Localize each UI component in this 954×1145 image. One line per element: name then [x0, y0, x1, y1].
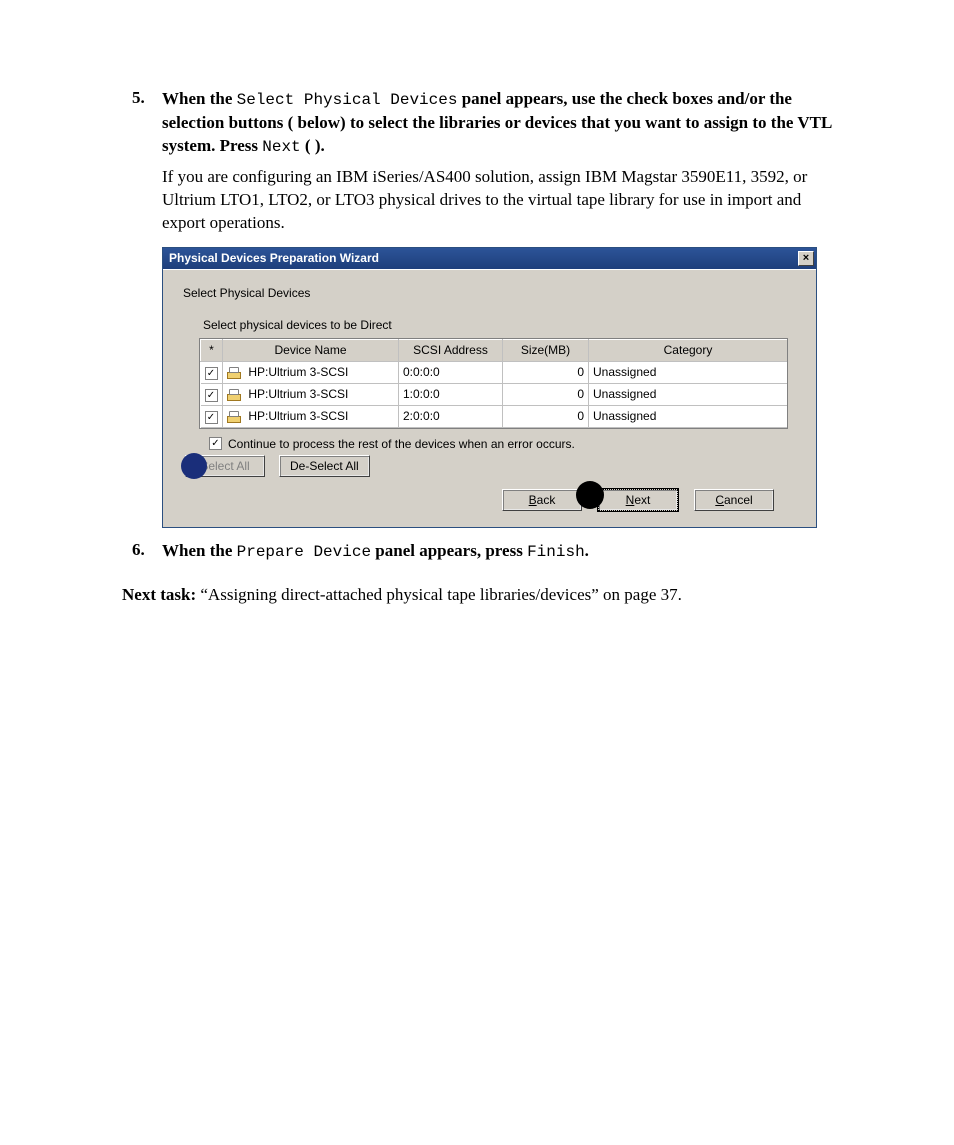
devices-table: * Device Name SCSI Address Size(MB) Cate…	[200, 339, 787, 428]
step-6-code2: Finish	[527, 543, 585, 561]
check-icon: ✓	[207, 391, 215, 401]
row-size-cell: 0	[503, 405, 589, 427]
row-scsi-cell: 2:0:0:0	[399, 405, 503, 427]
close-icon: ×	[803, 253, 809, 264]
selection-buttons-row: Select All De-Select All	[185, 455, 810, 477]
col-star[interactable]: *	[201, 339, 223, 361]
row-scsi-cell: 0:0:0:0	[399, 361, 503, 383]
row-checkbox[interactable]: ✓	[205, 411, 218, 424]
step-6-code: Prepare Device	[237, 543, 371, 561]
cancel-underline: C	[715, 493, 724, 507]
step-5-code2: Next	[262, 138, 300, 156]
row-check-cell[interactable]: ✓	[201, 361, 223, 383]
device-name: HP:Ultrium 3-SCSI	[248, 387, 348, 401]
row-category-cell: Unassigned	[589, 361, 788, 383]
col-size[interactable]: Size(MB)	[503, 339, 589, 361]
device-name: HP:Ultrium 3-SCSI	[248, 365, 348, 379]
device-icon	[227, 389, 241, 401]
dialog-subtitle: Select Physical Devices	[177, 280, 810, 314]
device-icon	[227, 367, 241, 379]
row-name-cell: HP:Ultrium 3-SCSI	[223, 361, 399, 383]
devices-table-wrap: * Device Name SCSI Address Size(MB) Cate…	[199, 338, 788, 429]
close-button[interactable]: ×	[798, 251, 814, 266]
row-category-cell: Unassigned	[589, 383, 788, 405]
continue-checkbox[interactable]: ✓	[209, 437, 222, 450]
continue-on-error-row: ✓ Continue to process the rest of the de…	[209, 437, 810, 451]
footer-buttons: Back Next Cancel	[177, 479, 810, 517]
col-device-name[interactable]: Device Name	[223, 339, 399, 361]
row-size-cell: 0	[503, 383, 589, 405]
next-task: Next task: “Assigning direct-attached ph…	[122, 584, 832, 607]
row-check-cell[interactable]: ✓	[201, 405, 223, 427]
check-icon: ✓	[211, 439, 219, 449]
row-checkbox[interactable]: ✓	[205, 389, 218, 402]
next-rest: ext	[634, 493, 650, 507]
step-5-code: Select Physical Devices	[237, 91, 458, 109]
back-rest: ack	[537, 493, 556, 507]
row-scsi-cell: 1:0:0:0	[399, 383, 503, 405]
cancel-rest: ancel	[724, 493, 753, 507]
check-icon: ✓	[207, 369, 215, 379]
step-5: 5. When the Select Physical Devices pane…	[122, 88, 832, 528]
device-name: HP:Ultrium 3-SCSI	[248, 409, 348, 423]
row-checkbox[interactable]: ✓	[205, 367, 218, 380]
steps-list: 5. When the Select Physical Devices pane…	[122, 88, 832, 564]
check-icon: ✓	[207, 413, 215, 423]
col-scsi-address[interactable]: SCSI Address	[399, 339, 503, 361]
step-6-text-c: .	[585, 541, 589, 560]
next-task-text: “Assigning direct-attached physical tape…	[196, 585, 682, 604]
col-category[interactable]: Category	[589, 339, 788, 361]
row-name-cell: HP:Ultrium 3-SCSI	[223, 383, 399, 405]
cancel-button[interactable]: Cancel	[694, 489, 774, 511]
dialog-titlebar: Physical Devices Preparation Wizard ×	[163, 248, 816, 269]
step-6-text-b: panel appears, press	[371, 541, 527, 560]
step-5-para: If you are configuring an IBM iSeries/AS…	[162, 166, 832, 235]
deselect-all-button[interactable]: De-Select All	[279, 455, 370, 477]
page: 5. When the Select Physical Devices pane…	[0, 0, 954, 1145]
black-callout-marker	[576, 481, 604, 509]
dialog-title: Physical Devices Preparation Wizard	[169, 251, 379, 265]
next-task-label: Next task:	[122, 585, 196, 604]
step-number: 5.	[132, 88, 145, 108]
step-5-text-c: ( ).	[301, 136, 325, 155]
step-5-body: When the Select Physical Devices panel a…	[162, 88, 832, 158]
wizard-dialog: Physical Devices Preparation Wizard × Se…	[162, 247, 817, 528]
table-header-row: * Device Name SCSI Address Size(MB) Cate…	[201, 339, 788, 361]
step-number: 6.	[132, 540, 145, 560]
row-name-cell: HP:Ultrium 3-SCSI	[223, 405, 399, 427]
blue-callout-marker	[181, 453, 207, 479]
table-row[interactable]: ✓ HP:Ultrium 3-SCSI 1:0:0:0 0 Unassigned	[201, 383, 788, 405]
continue-label: Continue to process the rest of the devi…	[228, 437, 575, 451]
step-6: 6. When the Prepare Device panel appears…	[122, 540, 832, 564]
row-check-cell[interactable]: ✓	[201, 383, 223, 405]
row-size-cell: 0	[503, 361, 589, 383]
step-5-text-a: When the	[162, 89, 237, 108]
table-row[interactable]: ✓ HP:Ultrium 3-SCSI 2:0:0:0 0 Unassigned	[201, 405, 788, 427]
row-category-cell: Unassigned	[589, 405, 788, 427]
next-button[interactable]: Next	[598, 489, 678, 511]
back-underline: B	[529, 493, 537, 507]
dialog-body: Select Physical Devices Select physical …	[163, 269, 816, 527]
step-6-body: When the Prepare Device panel appears, p…	[162, 540, 832, 564]
next-button-wrap: Next	[598, 489, 678, 511]
device-icon	[227, 411, 241, 423]
back-button[interactable]: Back	[502, 489, 582, 511]
step-6-text-a: When the	[162, 541, 237, 560]
table-row[interactable]: ✓ HP:Ultrium 3-SCSI 0:0:0:0 0 Unassigned	[201, 361, 788, 383]
section-label: Select physical devices to be Direct	[177, 314, 810, 338]
